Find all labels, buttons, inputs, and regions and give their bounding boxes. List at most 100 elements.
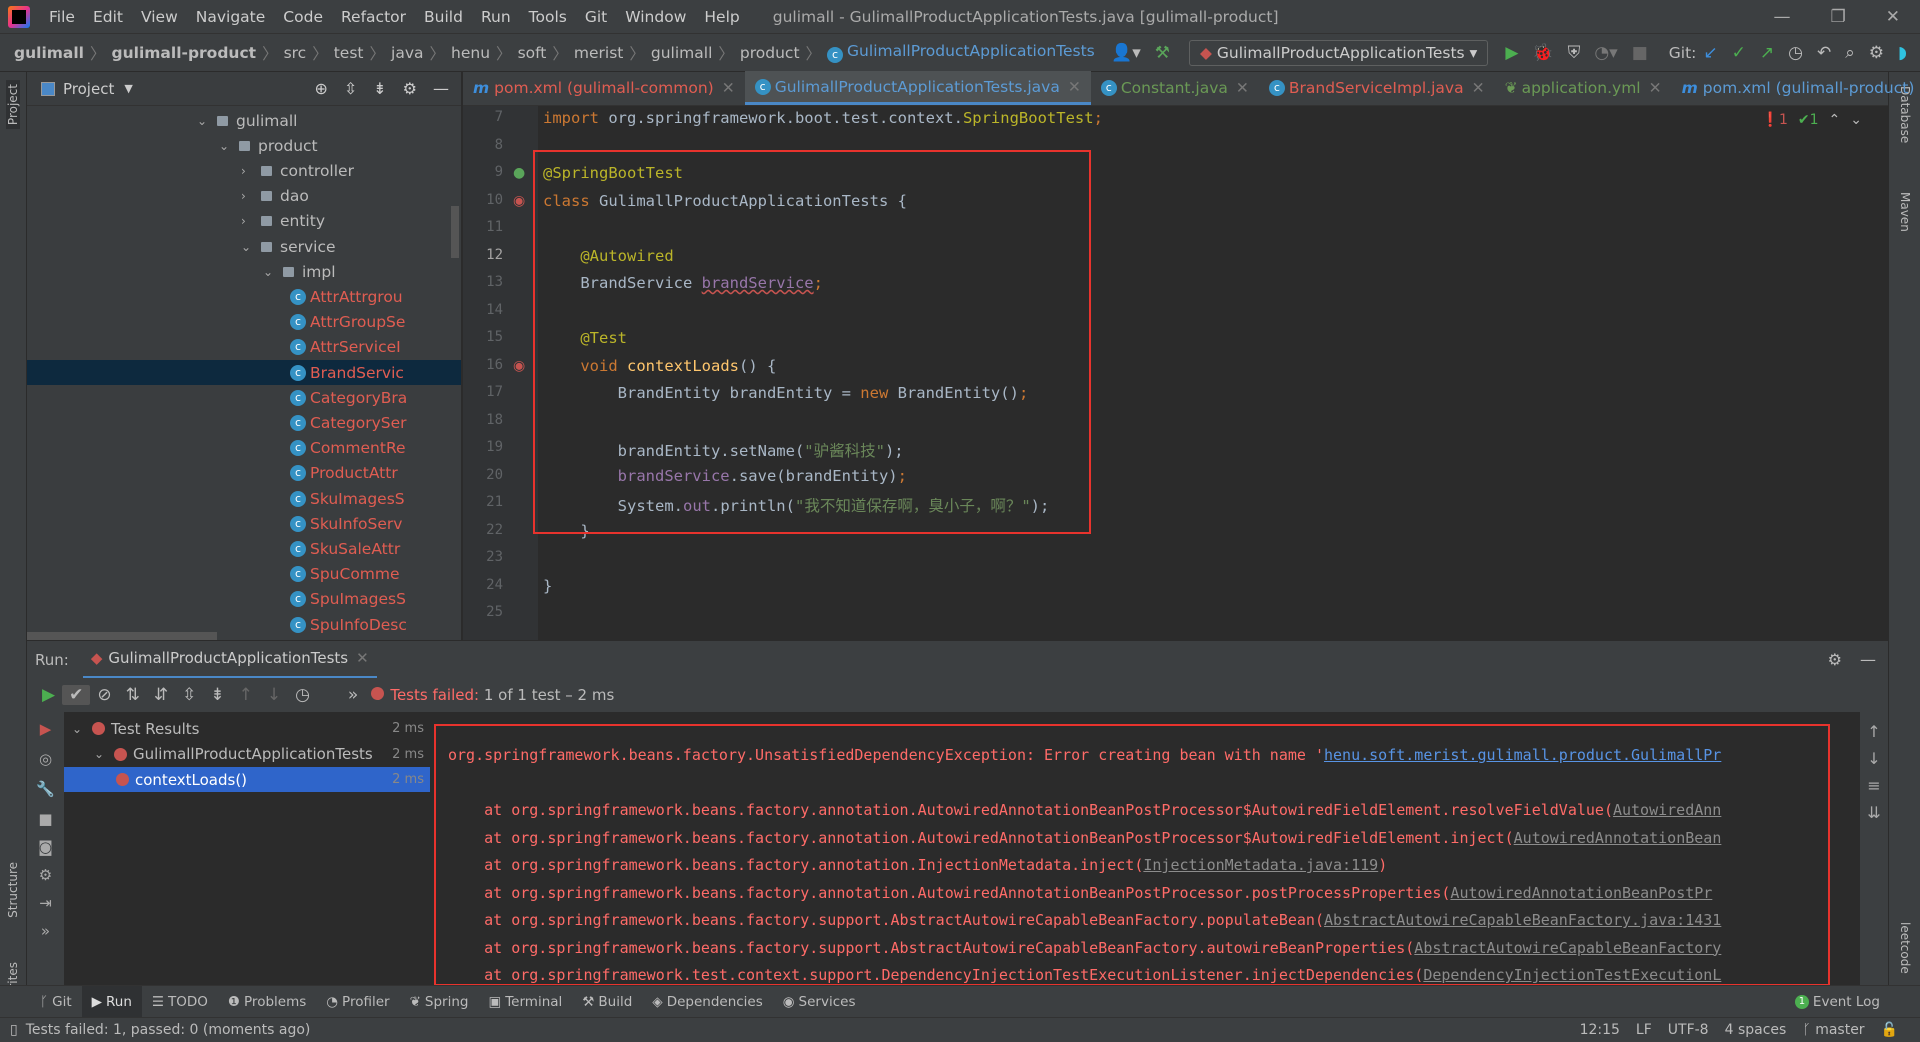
tool-window-terminal[interactable]: ▣ Terminal <box>478 986 572 1018</box>
lock-icon[interactable]: 🔓 <box>1873 1022 1906 1038</box>
chevron-down-icon[interactable]: ⌄ <box>219 139 239 153</box>
more-icon[interactable]: » <box>341 685 365 705</box>
breadcrumb-item[interactable]: src <box>280 44 311 62</box>
tree-item[interactable]: › dao <box>27 184 461 209</box>
previous-highlight-icon[interactable]: ⌃ <box>1829 112 1841 128</box>
git-branch[interactable]: ᚴ master <box>1794 1022 1872 1038</box>
menu-view[interactable]: View <box>132 8 187 26</box>
leetcode-tool-button[interactable]: leetcode <box>1898 922 1912 974</box>
menu-run[interactable]: Run <box>472 8 520 26</box>
chevron-right-icon[interactable]: › <box>241 214 261 228</box>
menu-git[interactable]: Git <box>576 8 616 26</box>
menu-window[interactable]: Window <box>616 8 695 26</box>
breadcrumb-item[interactable]: gulimall <box>10 44 88 62</box>
close-tab-icon[interactable]: ✕ <box>1236 79 1249 97</box>
breadcrumb-item[interactable]: gulimall <box>647 44 717 62</box>
tree-item[interactable]: c SpuComme <box>27 562 461 587</box>
tree-item[interactable]: c CategoryBra <box>27 385 461 410</box>
settings-gear-icon[interactable]: ⚙ <box>27 866 64 884</box>
tree-item[interactable]: ⌄ impl <box>27 259 461 284</box>
close-tab-icon[interactable]: ✕ <box>722 79 735 97</box>
tree-item[interactable]: c AttrServiceI <box>27 335 461 360</box>
run-tab[interactable]: ◆ GulimallProductApplicationTests ✕ <box>82 641 377 679</box>
indent-setting[interactable]: 4 spaces <box>1717 1022 1795 1038</box>
tree-item[interactable]: ⌄ gulimall <box>27 108 461 133</box>
project-view-select[interactable]: Project <box>63 80 114 98</box>
menu-tools[interactable]: Tools <box>520 8 576 26</box>
debug-icon[interactable]: 🐞 <box>1525 43 1560 63</box>
sort-alpha-icon[interactable]: ⇅ <box>119 685 147 705</box>
menu-navigate[interactable]: Navigate <box>187 8 275 26</box>
tree-item[interactable]: c CategorySer <box>27 410 461 435</box>
scroll-up-icon[interactable]: ↑ <box>1860 722 1888 741</box>
vertical-scrollbar[interactable] <box>451 206 459 258</box>
chevron-down-icon[interactable]: ⌄ <box>72 722 92 736</box>
stop-icon[interactable]: ■ <box>1625 43 1655 63</box>
tree-item[interactable]: c SkuInfoServ <box>27 511 461 536</box>
run-configuration-select[interactable]: ◆ GulimallProductApplicationTests ▾ <box>1189 39 1489 66</box>
tab-pom-xml-gulimall-product-[interactable]: mpom.xml (gulimall-product)✕ <box>1672 71 1920 105</box>
breadcrumb-item[interactable]: merist <box>570 44 627 62</box>
project-tool-button[interactable]: Project <box>6 80 20 130</box>
stop-icon[interactable]: ■ <box>27 810 64 828</box>
settings-gear-icon[interactable]: ⚙ <box>1828 650 1842 669</box>
code-editor[interactable]: 7 8 9 10 11 12 13 14 15 16 17 18 19 20 21 22 23 24 25 ● ◉ ◉ i… <box>463 106 1888 640</box>
tool-window-spring[interactable]: ❦ Spring <box>400 986 479 1018</box>
search-icon[interactable]: ⌕ <box>1838 43 1862 63</box>
git-update-icon[interactable]: ↙ <box>1696 43 1724 63</box>
tab-brandserviceimpl-java[interactable]: c BrandServiceImpl.java ✕ <box>1259 71 1495 105</box>
test-tree-item[interactable]: ⌄ Test Results 2 ms <box>64 716 430 741</box>
expand-all-icon[interactable]: ⇳ <box>175 685 203 705</box>
menu-refactor[interactable]: Refactor <box>332 8 415 26</box>
breadcrumb-item[interactable]: c GulimallProductApplicationTests <box>823 42 1099 63</box>
close-icon[interactable]: ✕ <box>1886 7 1900 27</box>
rerun-failed-icon[interactable]: ▶ <box>27 720 64 738</box>
collapse-all-icon[interactable]: ⇟ <box>373 79 386 98</box>
next-highlight-icon[interactable]: ⌄ <box>1850 112 1862 128</box>
tree-item[interactable]: c CommentRe <box>27 436 461 461</box>
show-passed-icon[interactable]: ✔ <box>62 685 91 705</box>
git-push-icon[interactable]: ↗ <box>1753 43 1781 63</box>
tool-window-problems[interactable]: ❶ Problems <box>218 986 316 1018</box>
hide-icon[interactable]: — <box>433 79 449 98</box>
tool-window-git[interactable]: ᚴ Git <box>30 986 82 1018</box>
tool-window-run[interactable]: ▶ Run <box>81 985 142 1018</box>
maven-tool-button[interactable]: Maven <box>1898 192 1912 232</box>
event-log-button[interactable]: 1 Event Log <box>1785 986 1890 1018</box>
tree-item[interactable]: › controller <box>27 158 461 183</box>
file-encoding[interactable]: UTF-8 <box>1660 1022 1717 1038</box>
show-ignored-icon[interactable]: ⊘ <box>90 685 118 705</box>
tool-window-services[interactable]: ◉ Services <box>773 986 866 1018</box>
tree-item[interactable]: c BrandServic <box>27 360 461 385</box>
exit-icon[interactable]: ⇥ <box>27 894 64 912</box>
chevron-down-icon[interactable]: ⌄ <box>197 114 217 128</box>
run-icon[interactable]: ▶ <box>1498 43 1525 63</box>
tree-item[interactable]: › entity <box>27 209 461 234</box>
chevron-right-icon[interactable]: › <box>241 164 261 178</box>
tool-window-profiler[interactable]: ◔ Profiler <box>316 986 399 1018</box>
soft-wrap-icon[interactable]: ≡ <box>1860 776 1888 795</box>
menu-code[interactable]: Code <box>274 8 332 26</box>
close-tab-icon[interactable]: ✕ <box>1068 78 1081 96</box>
bean-icon[interactable]: ● <box>513 165 525 181</box>
tool-window-todo[interactable]: ☰ TODO <box>142 986 218 1018</box>
chevron-right-icon[interactable]: › <box>241 189 261 203</box>
menu-edit[interactable]: Edit <box>84 8 132 26</box>
expand-all-icon[interactable]: ⇳ <box>344 79 357 98</box>
structure-tool-button[interactable]: Structure <box>6 862 20 918</box>
history-icon[interactable]: ◷ <box>288 685 317 705</box>
scroll-to-end-icon[interactable]: ⇊ <box>1860 803 1888 822</box>
console-output[interactable]: org.springframework.beans.factory.Unsati… <box>430 712 1860 985</box>
breadcrumb-item[interactable]: test <box>330 44 368 62</box>
tool-window-build[interactable]: ⚒ Build <box>572 986 642 1018</box>
tree-item[interactable]: c AttrGroupSe <box>27 310 461 335</box>
settings-gear-icon[interactable]: ⚙ <box>1862 43 1891 63</box>
menu-file[interactable]: File <box>40 8 84 26</box>
restore-icon[interactable]: ❐ <box>1831 7 1846 27</box>
breadcrumb-item[interactable]: product <box>736 44 804 62</box>
user-icon[interactable]: 👤▾ <box>1104 43 1148 63</box>
test-tree-item[interactable]: contextLoads() 2 ms <box>64 767 430 792</box>
test-tree-item[interactable]: ⌄ GulimallProductApplicationTests 2 ms <box>64 742 430 767</box>
line-separator[interactable]: LF <box>1628 1022 1660 1038</box>
next-failed-icon[interactable]: ↓ <box>260 685 288 705</box>
